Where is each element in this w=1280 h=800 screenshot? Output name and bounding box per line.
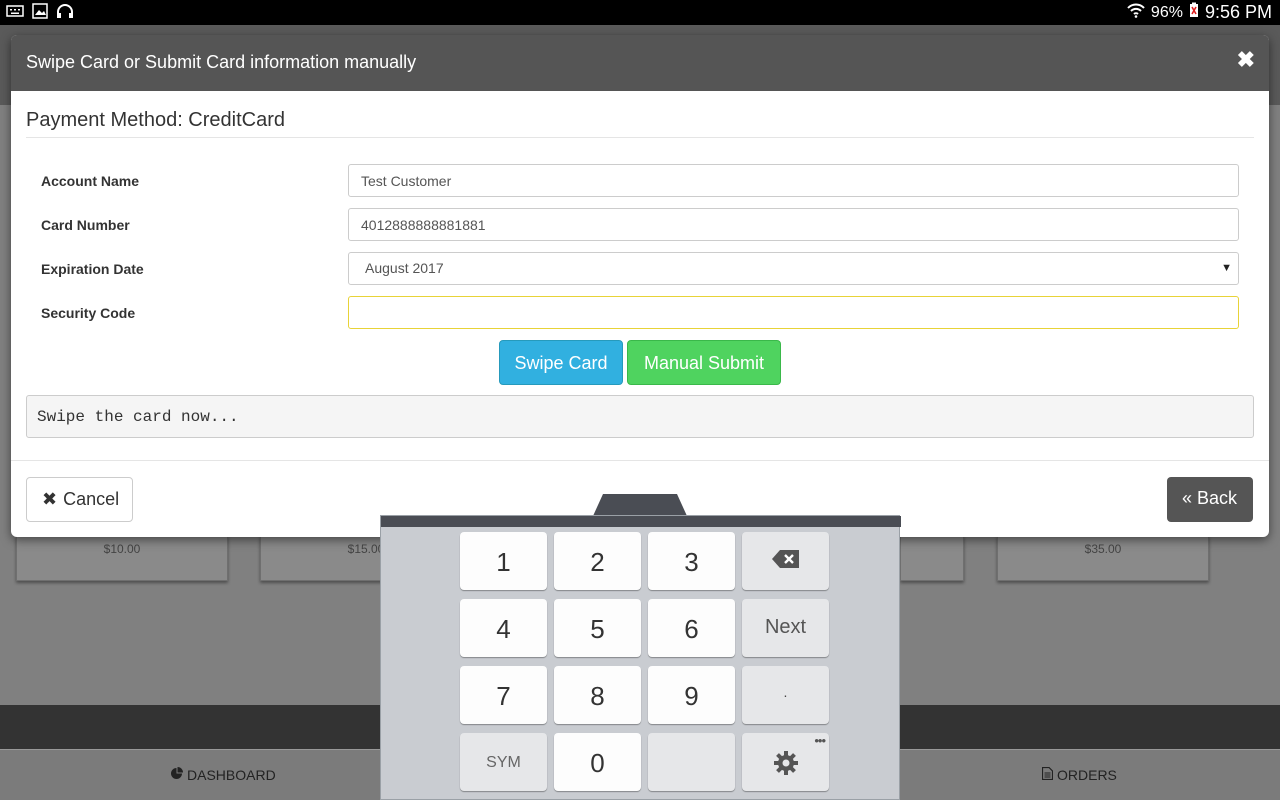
expiration-date-value: August 2017 bbox=[365, 260, 444, 276]
gear-icon bbox=[773, 751, 799, 781]
key-4[interactable]: 4 bbox=[460, 599, 547, 657]
cancel-button-label: Cancel bbox=[63, 489, 120, 509]
key-8[interactable]: 8 bbox=[554, 666, 641, 724]
close-icon: ✖ bbox=[42, 489, 58, 509]
divider bbox=[26, 137, 1254, 138]
key-settings[interactable]: ••• bbox=[742, 733, 829, 791]
keyboard-handle[interactable] bbox=[593, 494, 687, 516]
card-number-label: Card Number bbox=[41, 217, 130, 233]
manual-submit-button[interactable]: Manual Submit bbox=[627, 340, 781, 385]
key-2[interactable]: 2 bbox=[554, 532, 641, 590]
key-0[interactable]: 0 bbox=[554, 733, 641, 791]
clock: 9:56 PM bbox=[1204, 2, 1272, 22]
key-dot[interactable]: . bbox=[742, 666, 829, 724]
modal-header: Swipe Card or Submit Card information ma… bbox=[11, 35, 1269, 91]
key-3[interactable]: 3 bbox=[648, 532, 735, 590]
account-name-field[interactable] bbox=[348, 164, 1239, 197]
key-1[interactable]: 1 bbox=[460, 532, 547, 590]
document-icon bbox=[1041, 766, 1054, 783]
key-6[interactable]: 6 bbox=[648, 599, 735, 657]
battery-icon bbox=[1189, 2, 1199, 23]
card-number-field[interactable] bbox=[348, 208, 1239, 241]
product-price: $35.00 bbox=[1084, 542, 1122, 556]
double-chevron-left-icon: « bbox=[1182, 488, 1193, 508]
headphones-icon bbox=[56, 3, 74, 24]
nav-dashboard[interactable]: DASHBOARD bbox=[170, 767, 276, 783]
caret-down-icon: ▼ bbox=[1221, 262, 1232, 274]
pie-chart-icon bbox=[170, 767, 183, 783]
close-icon[interactable]: ✖ bbox=[1237, 47, 1255, 73]
modal-title: Swipe Card or Submit Card information ma… bbox=[26, 52, 417, 72]
nav-dashboard-label: DASHBOARD bbox=[187, 767, 276, 783]
wifi-icon bbox=[1127, 2, 1145, 23]
back-button[interactable]: « Back bbox=[1167, 477, 1253, 522]
image-icon bbox=[32, 3, 48, 24]
backspace-icon bbox=[771, 550, 801, 574]
product-card bbox=[900, 535, 964, 581]
product-card: $10.00 bbox=[16, 535, 228, 581]
security-code-field[interactable] bbox=[348, 296, 1239, 329]
product-price: $15.00 bbox=[347, 542, 385, 556]
payment-method-title: Payment Method: CreditCard bbox=[26, 109, 286, 131]
key-5[interactable]: 5 bbox=[554, 599, 641, 657]
key-backspace[interactable] bbox=[742, 532, 829, 590]
expiration-date-select[interactable]: August 2017 ▼ bbox=[348, 252, 1239, 285]
status-bar: 96% 9:56 PM bbox=[0, 0, 1280, 25]
key-sym[interactable]: SYM bbox=[460, 733, 547, 791]
nav-orders-label: ORDERS bbox=[1057, 767, 1117, 783]
back-button-label: Back bbox=[1197, 488, 1238, 508]
expiration-date-label: Expiration Date bbox=[41, 261, 144, 277]
swipe-status-message: Swipe the card now... bbox=[26, 395, 1254, 438]
key-9[interactable]: 9 bbox=[648, 666, 735, 724]
battery-percent: 96% bbox=[1150, 3, 1183, 21]
more-dots: ••• bbox=[814, 733, 826, 748]
modal-body: Payment Method: CreditCard Account Name … bbox=[11, 91, 1269, 461]
swipe-card-button[interactable]: Swipe Card bbox=[499, 340, 623, 385]
cancel-button[interactable]: ✖ Cancel bbox=[26, 477, 133, 522]
product-price: $10.00 bbox=[103, 542, 141, 556]
key-space[interactable] bbox=[648, 733, 735, 791]
product-card: $35.00 bbox=[997, 535, 1209, 581]
keyboard-topbar bbox=[381, 516, 901, 527]
payment-modal: Swipe Card or Submit Card information ma… bbox=[11, 35, 1269, 537]
key-7[interactable]: 7 bbox=[460, 666, 547, 724]
key-next[interactable]: Next bbox=[742, 599, 829, 657]
security-code-label: Security Code bbox=[41, 305, 136, 321]
nav-orders[interactable]: ORDERS bbox=[1041, 766, 1117, 783]
keyboard-icon bbox=[6, 4, 24, 23]
numeric-keyboard: 1 2 3 4 5 6 Next 7 8 9 . SYM 0 ••• bbox=[380, 515, 901, 800]
account-name-label: Account Name bbox=[41, 173, 140, 189]
